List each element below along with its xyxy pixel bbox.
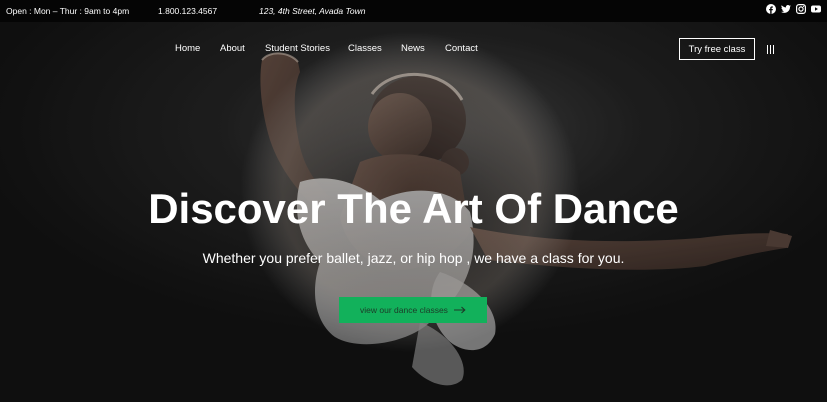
hero-subtitle: Whether you prefer ballet, jazz, or hip …: [202, 250, 625, 266]
address: 123, 4th Street, Avada Town: [259, 6, 366, 16]
twitter-icon[interactable]: [781, 4, 791, 14]
top-info-bar: Open : Mon – Thur : 9am to 4pm 1.800.123…: [0, 0, 827, 22]
hero-title: Discover The Art Of Dance: [148, 185, 679, 232]
try-free-class-label: Try free class: [688, 43, 746, 55]
nav-item-home[interactable]: Home: [175, 43, 200, 54]
main-navigation: Home About Student Stories Classes News …: [0, 22, 827, 78]
page: Open : Mon – Thur : 9am to 4pm 1.800.123…: [0, 0, 827, 402]
nav-item-student-stories[interactable]: Student Stories: [265, 43, 330, 54]
youtube-icon[interactable]: [811, 4, 821, 14]
arrow-right-icon: [453, 306, 466, 314]
hero-section: Home About Student Stories Classes News …: [0, 22, 827, 402]
nav-item-classes[interactable]: Classes: [348, 43, 382, 54]
view-classes-button[interactable]: view our dance classes: [339, 297, 487, 323]
nav-item-about[interactable]: About: [220, 43, 245, 54]
facebook-icon[interactable]: [766, 4, 776, 14]
nav-item-news[interactable]: News: [401, 43, 425, 54]
social-links: [766, 4, 821, 14]
nav-item-contact[interactable]: Contact: [445, 43, 478, 54]
instagram-icon[interactable]: [796, 4, 806, 14]
phone-number[interactable]: 1.800.123.4567: [158, 6, 217, 16]
opening-hours: Open : Mon – Thur : 9am to 4pm: [6, 6, 130, 16]
menu-icon[interactable]: [767, 45, 774, 54]
view-classes-label: view our dance classes: [360, 305, 448, 315]
try-free-class-button[interactable]: Try free class: [679, 38, 755, 60]
